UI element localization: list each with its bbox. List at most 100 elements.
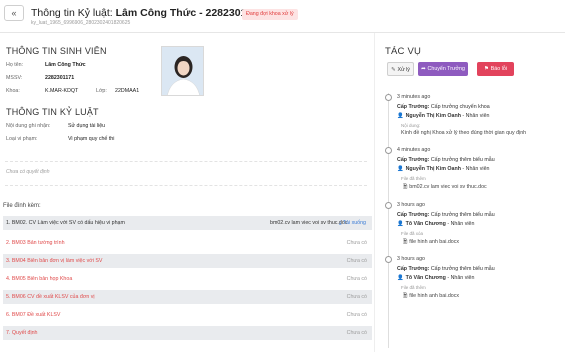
user-icon: 👤 (397, 113, 404, 119)
timeline-person-name: Tô Văn Chương (405, 221, 446, 227)
timeline-action-text: Cấp trưởng chuyển khoa (430, 104, 490, 110)
attachment-name: 1. BM02. CV Làm việc với SV có dấu hiệu … (6, 220, 125, 226)
attachments-title: File đính kèm: (3, 203, 41, 209)
timeline-sub-label: Nội dung: (401, 123, 421, 128)
report-error-button[interactable]: ⚑ Báo lỗi (477, 62, 514, 76)
timeline-content: Kính đề nghị Khoa xử lý theo đúng thời g… (401, 130, 527, 136)
file-icon: 🗎 (403, 184, 408, 190)
timeline-sub-label: File đã thêm (401, 285, 426, 290)
forward-icon: ➦ (421, 66, 426, 72)
forward-to-head-button[interactable]: ➦ Chuyển Trưởng (418, 62, 468, 76)
attachment-file-link[interactable]: bm02.cv lam viec voi sv thuc.doc (270, 216, 347, 230)
file-icon: 🗎 (403, 293, 408, 299)
timeline-person: 👤 Tô Văn Chương - Nhân viên (397, 275, 474, 281)
timeline-sub-label: File đã xóa (401, 231, 424, 236)
attachment-row: 5. BM06 CV đề xuất KLSV của đơn vị Chưa … (3, 290, 372, 304)
timeline-person-name: Nguyễn Thị Kim Oanh (405, 166, 461, 172)
attachment-row: 7. Quyết định Chưa có (3, 326, 372, 340)
user-icon: 👤 (397, 221, 404, 227)
user-icon: 👤 (397, 275, 404, 281)
discipline-section-title: THÔNG TIN KỶ LUẬT (6, 107, 99, 117)
attachment-name: 5. BM06 CV đề xuất KLSV của đơn vị (6, 294, 95, 300)
timeline-time: 4 minutes ago (397, 147, 431, 153)
timeline-action: Cấp Trưởng: Cấp trưởng thêm biểu mẫu (397, 212, 495, 218)
faculty-value: K.MAR-KDQT (45, 88, 79, 94)
download-label: Tải xuống (342, 220, 366, 226)
class-label: Lớp: (96, 88, 107, 94)
attachment-row: 6. BM07 Đề xuất KLSV Chưa có (3, 308, 372, 322)
no-decision-text: Chưa có quyết định (6, 169, 50, 175)
alert-icon: ⚑ (484, 66, 489, 72)
timeline-person: 👤 Nguyễn Thị Kim Oanh - Nhân viên (397, 166, 490, 172)
timeline-role: Cấp Trưởng: (397, 157, 430, 163)
timeline-role: Cấp Trưởng: (397, 266, 430, 272)
divider (5, 161, 367, 162)
page-header: « Thông tin Kỷ luật: Lâm Công Thức - 228… (0, 0, 565, 33)
timeline-person-name: Tô Văn Chương (405, 275, 446, 281)
divider (5, 185, 367, 186)
timeline-dot-icon (385, 94, 392, 101)
attachment-row: 3. BM04 Biên bản đơn vị làm việc với SV … (3, 254, 372, 268)
violation-type-value: Vi phạm quy chế thi (68, 136, 115, 142)
edit-icon: ✎ (391, 67, 396, 73)
timeline-role: Cấp Trưởng: (397, 212, 430, 218)
actions-panel: TÁC VỤ ✎ Xử lý ➦ Chuyển Trưởng ⚑ Báo lỗi 3 … (374, 33, 565, 352)
attachment-row: 2. BM03 Bản tường trình Chưa có (3, 236, 372, 250)
timeline-dot-icon (385, 256, 392, 263)
attachment-status: Chưa có (346, 240, 367, 246)
timeline-time: 3 hours ago (397, 256, 425, 262)
timeline-dot-icon (385, 202, 392, 209)
student-name-label: Họ tên: (6, 62, 24, 68)
timeline-file[interactable]: 🗎 file hinh anh bai.docx (403, 238, 459, 247)
timeline-person-role: - Nhân viên (445, 275, 475, 281)
student-section-title: THÔNG TIN SINH VIÊN (6, 46, 107, 56)
actions-title: TÁC VỤ (385, 46, 422, 57)
page-title-prefix: Thông tin Kỷ luật: (31, 7, 113, 19)
timeline-action: Cấp Trưởng: Cấp trưởng chuyển khoa (397, 104, 490, 110)
timeline-action-text: Cấp trưởng thêm biểu mẫu (430, 266, 495, 272)
timeline-person-role: - Nhân viên (460, 166, 490, 172)
page-title: Thông tin Kỷ luật: Lâm Công Thức - 22823… (31, 7, 263, 19)
timeline-person-role: - Nhân viên (460, 113, 490, 119)
attachment-row: 4. BM05 Biên bản họp Khoa Chưa có (3, 272, 372, 286)
timeline-action-text: Cấp trưởng thêm biểu mẫu (430, 157, 495, 163)
attachment-status: Chưa có (346, 258, 367, 264)
attachment-status: Chưa có (346, 276, 367, 282)
download-button[interactable]: ⤓ Tải xuống (339, 216, 366, 230)
timeline-time: 3 hours ago (397, 202, 425, 208)
faculty-label: Khoa: (6, 88, 20, 94)
process-button[interactable]: ✎ Xử lý (387, 62, 414, 76)
status-badge: Đang đợi khoa xử lý (242, 9, 298, 20)
timeline-file[interactable]: 🗎 file hinh anh bai.docx (403, 292, 459, 301)
timeline-role: Cấp Trưởng: (397, 104, 430, 110)
back-button[interactable]: « (4, 5, 24, 21)
timeline-time: 3 minutes ago (397, 94, 431, 100)
student-photo-image (162, 47, 203, 95)
attachment-name: 4. BM05 Biên bản họp Khoa (6, 276, 73, 282)
record-content-value: Sử dụng tài liệu (68, 123, 106, 129)
timeline-file[interactable]: 🗎 bm02.cv lam viec voi sv thuc.doc (403, 183, 487, 192)
timeline-file-name: bm02.cv lam viec voi sv thuc.doc (409, 184, 487, 190)
timeline-person-name: Nguyễn Thị Kim Oanh (405, 113, 461, 119)
timeline-person: 👤 Nguyễn Thị Kim Oanh - Nhân viên (397, 113, 490, 119)
timeline-file-name: file hinh anh bai.docx (409, 293, 460, 299)
detail-panel: THÔNG TIN SINH VIÊN Họ tên: Lâm Công Thứ… (0, 33, 373, 352)
timeline-file-name: file hinh anh bai.docx (409, 239, 460, 245)
timeline-sub-label: File đã thêm (401, 176, 426, 181)
record-id: ky_luat_1965_6996906_2802302401820625 (31, 20, 131, 26)
student-photo (161, 46, 204, 96)
file-icon: 🗎 (403, 239, 408, 245)
timeline-action: Cấp Trưởng: Cấp trưởng thêm biểu mẫu (397, 157, 495, 163)
attachment-row: 1. BM02. CV Làm việc với SV có dấu hiệu … (3, 216, 372, 230)
attachment-name: 2. BM03 Bản tường trình (6, 240, 65, 246)
forward-label: Chuyển Trưởng (427, 66, 465, 72)
record-content-label: Nội dung ghi nhận: (6, 123, 51, 129)
timeline-line (388, 93, 389, 348)
attachment-name: 7. Quyết định (6, 330, 38, 336)
report-label: Báo lỗi (490, 66, 507, 72)
attachment-status: Chưa có (346, 312, 367, 318)
attachment-status: Chưa có (346, 294, 367, 300)
timeline-dot-icon (385, 147, 392, 154)
violation-type-label: Loại vi phạm: (6, 136, 38, 142)
student-id-label: MSSV: (6, 75, 23, 81)
